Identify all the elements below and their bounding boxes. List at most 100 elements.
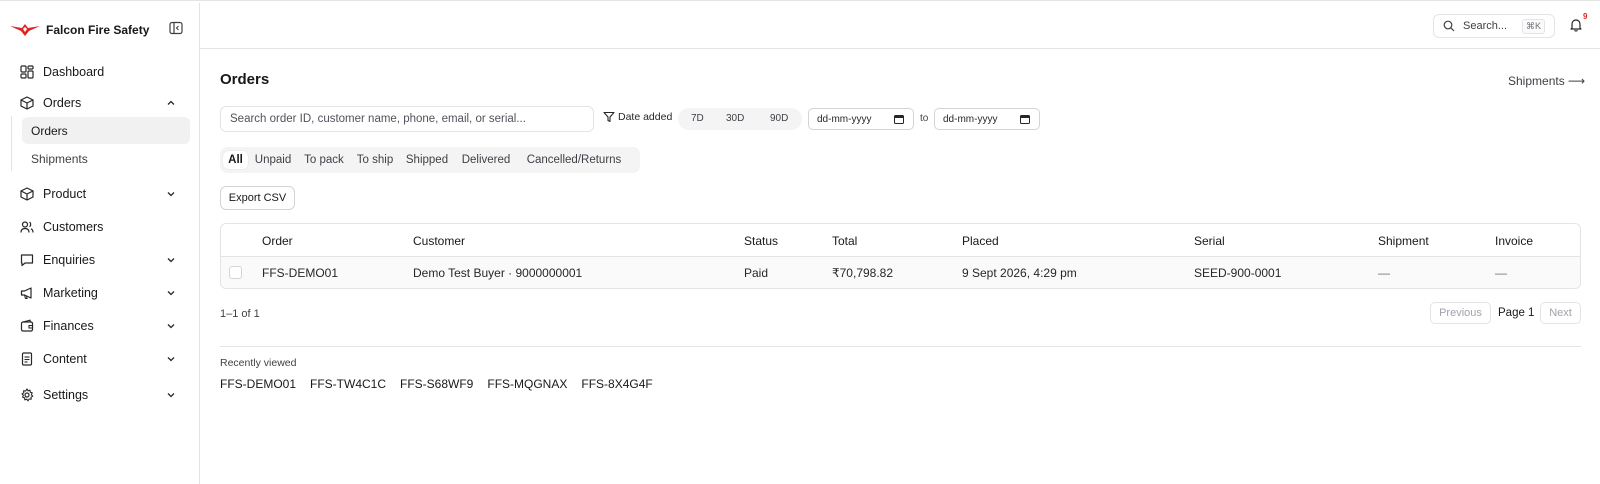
- sidebar-item-label: Dashboard: [43, 65, 105, 79]
- page-title: Orders: [220, 71, 270, 88]
- box-icon: [19, 95, 35, 111]
- column-header-invoice[interactable]: Invoice: [1495, 234, 1533, 248]
- range-30d-button[interactable]: 30D: [726, 113, 744, 124]
- brand[interactable]: Falcon Fire Safety: [10, 17, 190, 43]
- recently-viewed-title: Recently viewed: [220, 357, 297, 369]
- falcon-logo-icon: [10, 20, 40, 40]
- sidebar-item-label: Product: [43, 187, 87, 201]
- sidebar-item-label: Finances: [43, 319, 94, 333]
- date-filter-toggle[interactable]: Date added: [603, 111, 672, 123]
- page-indicator: Page 1: [1498, 307, 1535, 319]
- date-to-placeholder: dd-mm-yyyy: [943, 113, 998, 125]
- global-search-button[interactable]: Search... ⌘K: [1433, 14, 1555, 38]
- wallet-icon: [19, 318, 35, 334]
- brand-name: Falcon Fire Safety: [46, 23, 150, 37]
- sidebar-item-customers[interactable]: Customers: [12, 213, 190, 241]
- date-from-placeholder: dd-mm-yyyy: [817, 113, 872, 125]
- status-tabs: All Unpaid To pack To ship Shipped Deliv…: [220, 147, 640, 173]
- chevron-up-icon: [164, 96, 178, 110]
- sidebar-subitem-shipments[interactable]: Shipments: [22, 145, 190, 172]
- date-to-input[interactable]: dd-mm-yyyy: [934, 108, 1040, 130]
- chevron-down-icon: [164, 352, 178, 366]
- gear-icon: [19, 387, 35, 403]
- tab-unpaid[interactable]: Unpaid: [251, 151, 295, 169]
- sidebar-item-dashboard[interactable]: Dashboard: [12, 58, 190, 86]
- recently-viewed-item[interactable]: FFS-8X4G4F: [581, 377, 652, 391]
- chevron-down-icon: [164, 319, 178, 333]
- recently-viewed-item[interactable]: FFS-TW4C1C: [310, 377, 386, 391]
- tab-shipped[interactable]: Shipped: [402, 151, 452, 169]
- sidebar: Falcon Fire Safety Dashboard Orders Orde…: [0, 3, 200, 484]
- sidebar-item-label: Customers: [43, 220, 104, 234]
- document-icon: [19, 351, 35, 367]
- range-90d-button[interactable]: 90D: [770, 113, 788, 124]
- top-header: Search... ⌘K 9: [200, 3, 1600, 49]
- date-from-input[interactable]: dd-mm-yyyy: [808, 108, 914, 130]
- column-header-status[interactable]: Status: [744, 234, 778, 248]
- sidebar-item-settings[interactable]: Settings: [12, 381, 190, 409]
- export-csv-button[interactable]: Export CSV: [220, 186, 295, 210]
- recently-viewed-item[interactable]: FFS-S68WF9: [400, 377, 473, 391]
- sidebar-item-product[interactable]: Product: [12, 180, 190, 208]
- table-header: Order Customer Status Total Placed Seria…: [221, 224, 1580, 257]
- search-shortcut: ⌘K: [1521, 19, 1545, 34]
- column-header-customer[interactable]: Customer: [413, 234, 465, 248]
- recently-viewed-list: FFS-DEMO01 FFS-TW4C1C FFS-S68WF9 FFS-MQG…: [220, 377, 667, 391]
- sidebar-subitem-orders[interactable]: Orders: [22, 117, 190, 144]
- sidebar-item-marketing[interactable]: Marketing: [12, 279, 190, 307]
- cell-serial: SEED-900-0001: [1194, 266, 1282, 280]
- chevron-down-icon: [164, 187, 178, 201]
- sidebar-item-orders[interactable]: Orders: [12, 89, 190, 117]
- tab-all[interactable]: All: [223, 151, 248, 169]
- sidebar-item-label: Enquiries: [43, 253, 96, 267]
- sidebar-item-finances[interactable]: Finances: [12, 312, 190, 340]
- recently-viewed-item[interactable]: FFS-DEMO01: [220, 377, 296, 391]
- tab-to-pack[interactable]: To pack: [299, 151, 349, 169]
- previous-page-button[interactable]: Previous: [1430, 302, 1491, 324]
- cell-status: Paid: [744, 266, 769, 280]
- range-7d-button[interactable]: 7D: [691, 113, 704, 124]
- chevron-down-icon: [164, 253, 178, 267]
- search-icon: [1443, 20, 1455, 32]
- column-header-serial[interactable]: Serial: [1194, 234, 1225, 248]
- calendar-icon: [1020, 114, 1030, 124]
- row-checkbox[interactable]: [229, 266, 242, 279]
- sidebar-item-label: Marketing: [43, 286, 98, 300]
- column-header-order[interactable]: Order: [262, 234, 293, 248]
- next-page-button[interactable]: Next: [1540, 302, 1581, 324]
- column-header-total[interactable]: Total: [832, 234, 857, 248]
- cell-customer: Demo Test Buyer · 9000000001: [413, 266, 583, 280]
- tab-delivered[interactable]: Delivered: [457, 151, 515, 169]
- cell-order[interactable]: FFS-DEMO01: [262, 266, 338, 280]
- sidebar-collapse-icon[interactable]: [168, 20, 184, 36]
- megaphone-icon: [19, 285, 35, 301]
- table-row[interactable]: FFS-DEMO01 Demo Test Buyer · 9000000001 …: [221, 257, 1580, 288]
- sidebar-item-label: Content: [43, 352, 87, 366]
- column-header-shipment[interactable]: Shipment: [1378, 234, 1429, 248]
- sidebar-item-enquiries[interactable]: Enquiries: [12, 246, 190, 274]
- cell-placed: 9 Sept 2026, 4:29 pm: [962, 266, 1077, 280]
- date-range-presets: 7D 30D 90D: [678, 108, 802, 130]
- users-icon: [19, 219, 35, 235]
- notification-badge: 9: [1583, 12, 1588, 21]
- search-label: Search...: [1463, 20, 1508, 32]
- column-header-placed[interactable]: Placed: [962, 234, 999, 248]
- sidebar-item-content[interactable]: Content: [12, 345, 190, 373]
- submenu-rail: [11, 116, 12, 171]
- result-count: 1–1 of 1: [220, 308, 260, 320]
- order-search-input[interactable]: [220, 106, 594, 132]
- shipments-link[interactable]: Shipments ⟶: [1508, 74, 1585, 88]
- cell-invoice: —: [1495, 266, 1507, 280]
- tab-to-ship[interactable]: To ship: [353, 151, 397, 169]
- cell-total: ₹70,798.82: [832, 266, 894, 280]
- recently-viewed-item[interactable]: FFS-MQGNAX: [487, 377, 567, 391]
- section-divider: [220, 346, 1581, 347]
- sidebar-item-label: Settings: [43, 388, 89, 402]
- orders-table: Order Customer Status Total Placed Seria…: [220, 223, 1581, 289]
- sidebar-item-label: Orders: [43, 96, 82, 110]
- cell-shipment: —: [1378, 266, 1390, 280]
- date-filter-label: Date added: [618, 111, 673, 123]
- calendar-icon: [894, 114, 904, 124]
- filter-icon: [603, 111, 615, 123]
- tab-cancelled-returns[interactable]: Cancelled/Returns: [519, 151, 629, 169]
